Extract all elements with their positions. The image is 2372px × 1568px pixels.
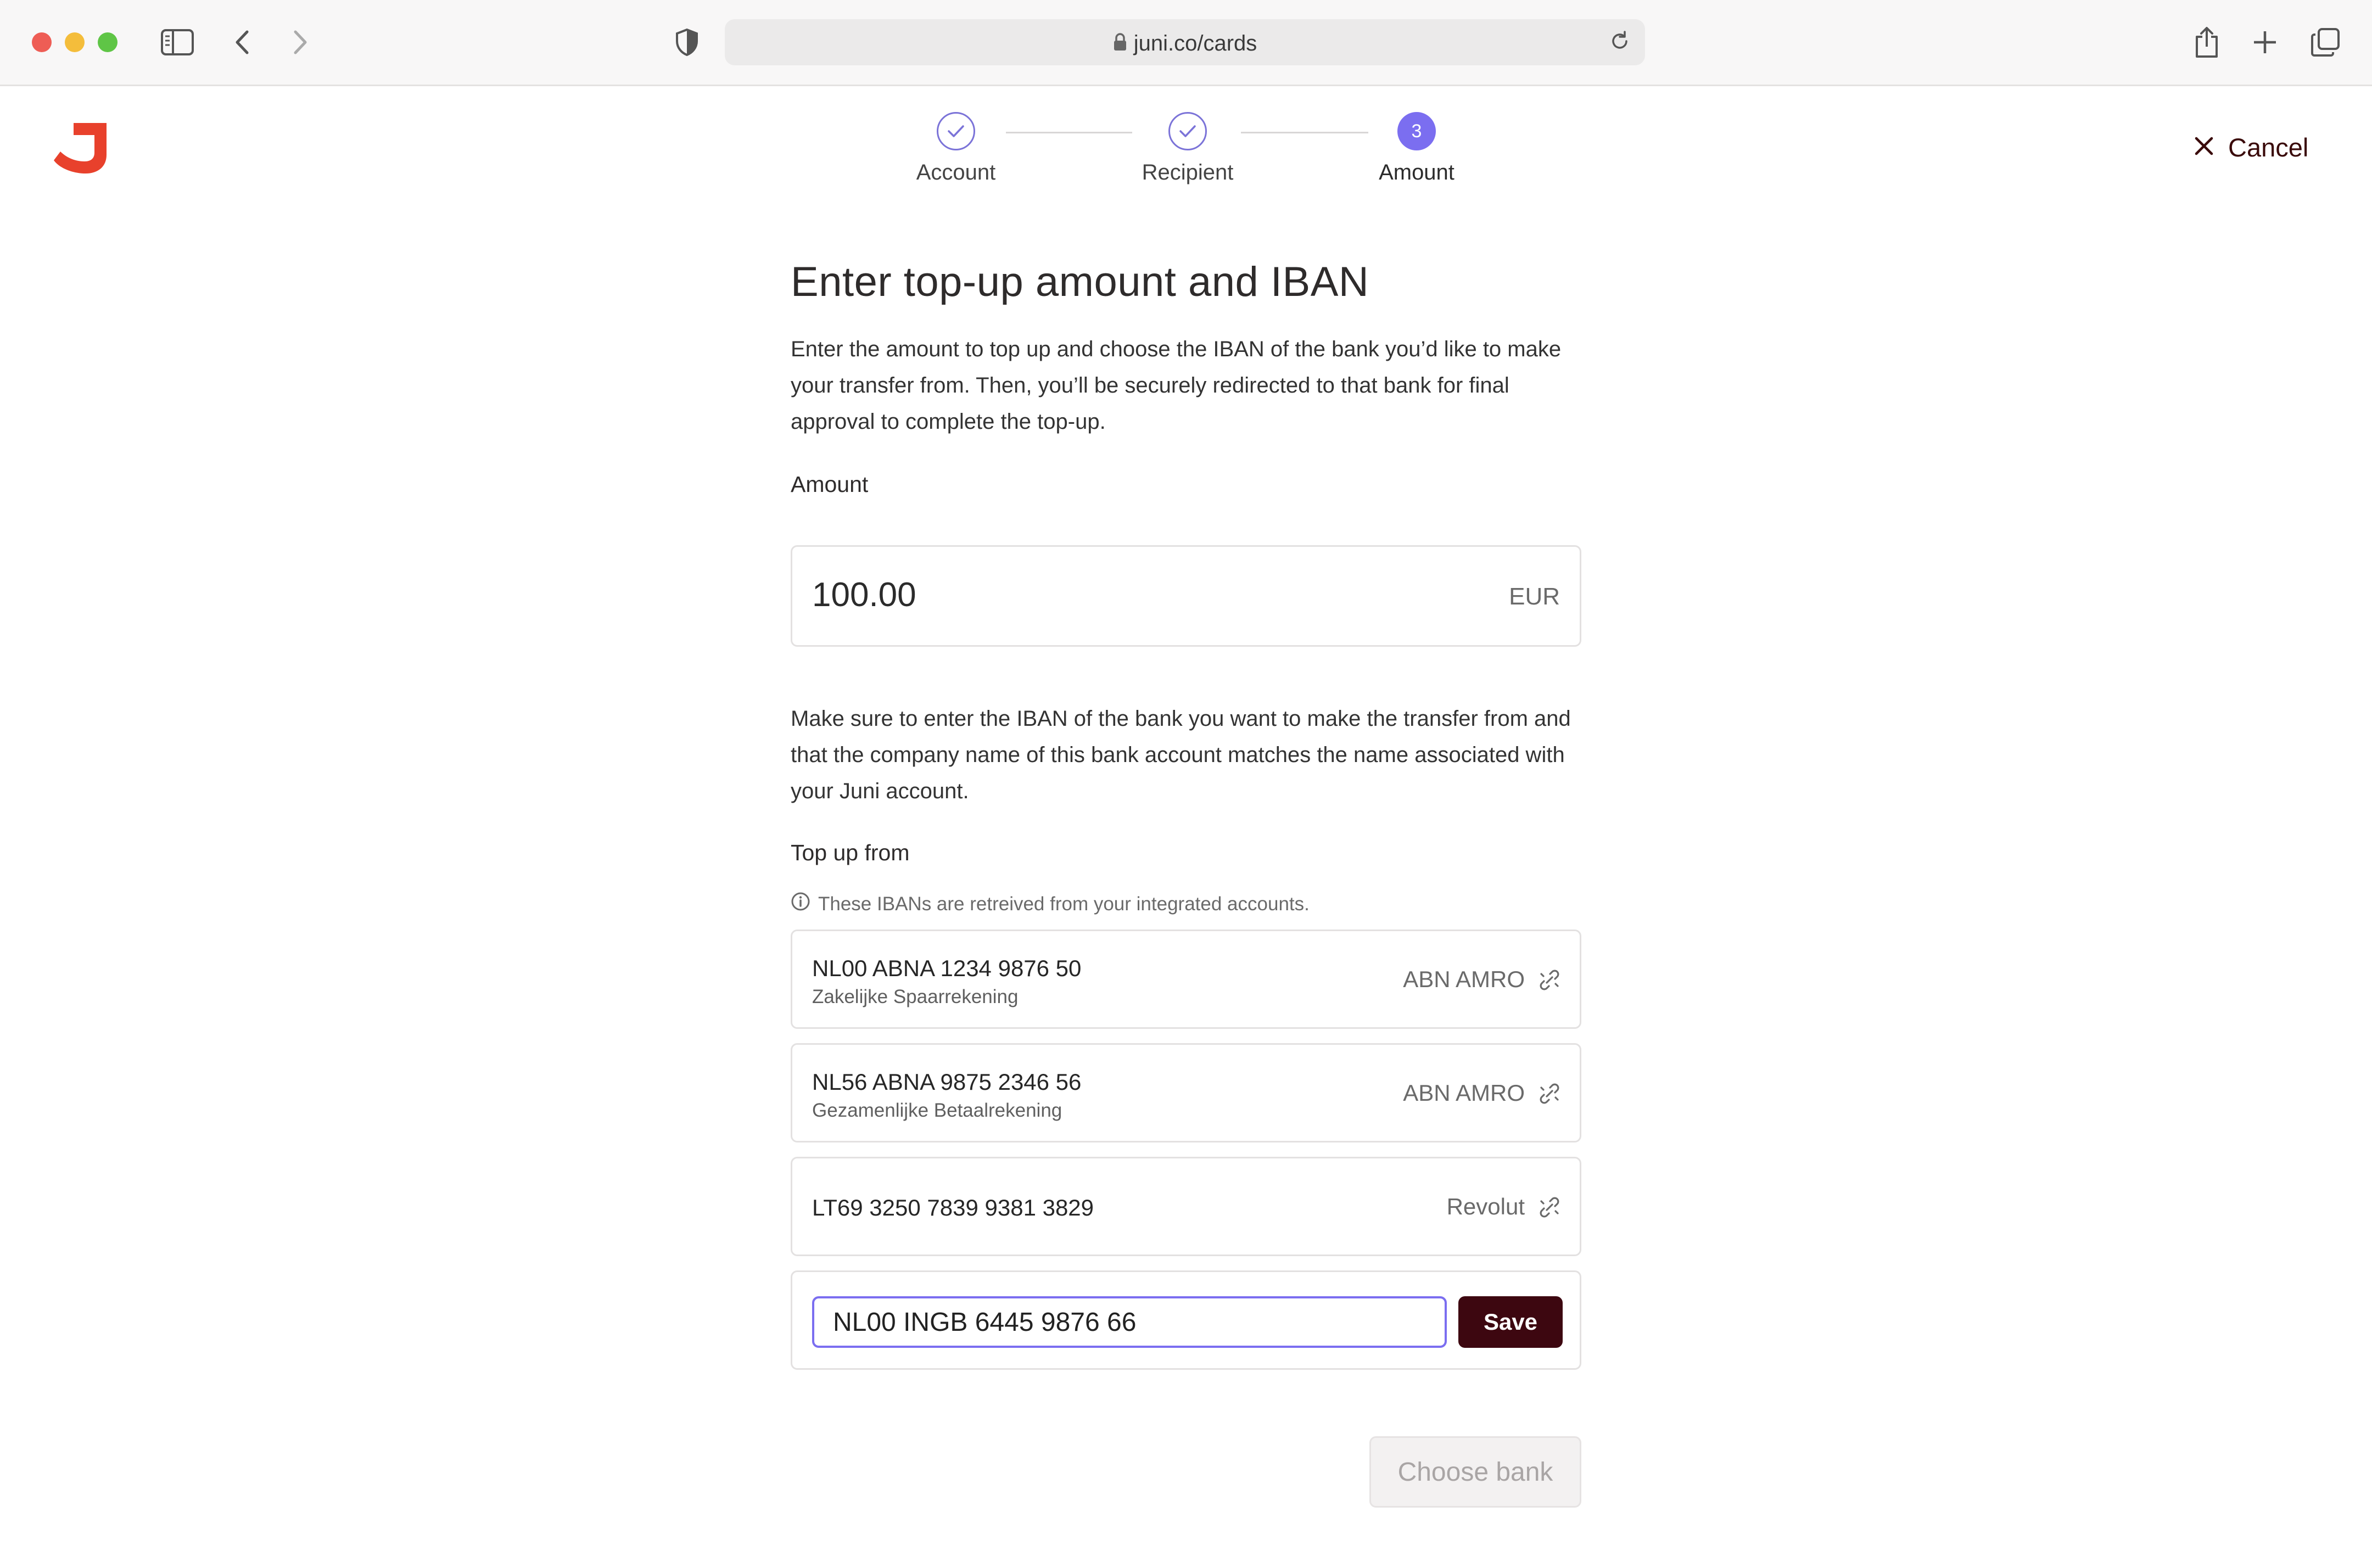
privacy-shield-icon[interactable] xyxy=(667,22,707,63)
topup-from-label: Top up from xyxy=(791,840,910,865)
check-icon xyxy=(1168,112,1207,150)
address-bar[interactable]: juni.co/cards xyxy=(725,19,1645,65)
forward-icon[interactable] xyxy=(280,22,321,63)
step-number-badge: 3 xyxy=(1397,112,1436,150)
step-amount: 3 Amount xyxy=(1334,112,1499,185)
account-iban: LT69 3250 7839 9381 3829 xyxy=(812,1195,1094,1220)
juni-logo[interactable] xyxy=(49,116,115,178)
hint-text: These IBANs are retreived from your inte… xyxy=(818,893,1310,915)
lock-icon xyxy=(1113,32,1127,57)
cancel-label: Cancel xyxy=(2228,132,2309,162)
step-recipient[interactable]: Recipient xyxy=(1105,112,1270,185)
account-name: Gezamenlijke Betaalrekening xyxy=(812,1100,1062,1121)
link-icon xyxy=(1538,1082,1561,1108)
bank-name: ABN AMRO xyxy=(1403,966,1525,992)
share-icon[interactable] xyxy=(2186,22,2227,63)
url-text: juni.co/cards xyxy=(1133,31,1257,55)
account-option[interactable]: LT69 3250 7839 9381 3829 Revolut xyxy=(791,1157,1581,1256)
account-name: Zakelijke Spaarrekening xyxy=(812,986,1019,1007)
intro-text: Enter the amount to top up and choose th… xyxy=(791,337,1562,434)
save-button[interactable]: Save xyxy=(1458,1296,1563,1348)
iban-hint: These IBANs are retreived from your inte… xyxy=(791,892,1310,916)
browser-toolbar: juni.co/cards xyxy=(0,0,2372,86)
account-option[interactable]: NL56 ABNA 9875 2346 56 Gezamenlijke Beta… xyxy=(791,1043,1581,1143)
iban-notice-text: Make sure to enter the IBAN of the bank … xyxy=(791,707,1571,803)
iban-input[interactable] xyxy=(812,1296,1447,1348)
page-title: Enter top-up amount and IBAN xyxy=(791,259,1369,305)
minimize-window-button[interactable] xyxy=(65,32,85,52)
tab-overview-icon[interactable] xyxy=(2305,22,2346,63)
close-window-button[interactable] xyxy=(32,32,52,52)
account-iban: NL00 ABNA 1234 9876 50 xyxy=(812,955,1082,981)
amount-value[interactable]: 100.00 xyxy=(812,575,916,614)
amount-field[interactable]: 100.00 EUR xyxy=(791,545,1581,647)
amount-label: Amount xyxy=(791,472,869,497)
reload-icon[interactable] xyxy=(1608,29,1632,56)
step-account[interactable]: Account xyxy=(874,112,1038,185)
check-icon xyxy=(937,112,975,150)
link-icon xyxy=(1538,968,1561,994)
main-content: Enter top-up amount and IBAN Enter the a… xyxy=(791,258,1581,497)
new-tab-icon[interactable] xyxy=(2245,22,2285,63)
account-option[interactable]: NL00 ABNA 1234 9876 50 Zakelijke Spaarre… xyxy=(791,929,1581,1029)
info-icon xyxy=(791,892,810,916)
bank-name: ABN AMRO xyxy=(1403,1080,1525,1106)
step-label: Amount xyxy=(1379,160,1454,184)
zoom-window-button[interactable] xyxy=(98,32,118,52)
step-label: Recipient xyxy=(1142,160,1234,184)
link-icon xyxy=(1538,1196,1561,1222)
close-icon xyxy=(2194,136,2214,159)
account-iban: NL56 ABNA 9875 2346 56 xyxy=(812,1069,1082,1095)
choose-bank-button[interactable]: Choose bank xyxy=(1369,1436,1581,1508)
step-label: Account xyxy=(916,160,996,184)
sidebar-toggle-icon[interactable] xyxy=(157,22,198,63)
bank-name: Revolut xyxy=(1446,1194,1525,1219)
new-iban-row: Save xyxy=(791,1270,1581,1370)
currency-label: EUR xyxy=(1509,583,1560,610)
back-icon[interactable] xyxy=(222,22,262,63)
cancel-button[interactable]: Cancel xyxy=(2194,131,2308,164)
